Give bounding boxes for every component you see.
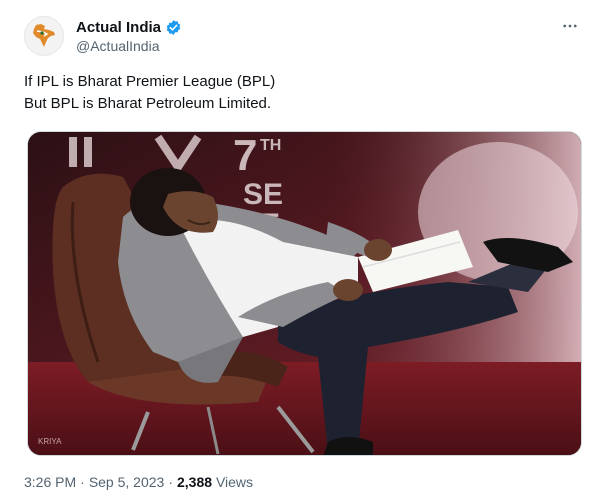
- verified-badge-icon: [165, 19, 182, 36]
- tweet-text: If IPL is Bharat Premier League (BPL) Bu…: [24, 71, 580, 115]
- tweet-header: Actual India @ActualIndia: [24, 14, 582, 58]
- account-handle[interactable]: @ActualIndia: [76, 37, 182, 55]
- meta-separator: ·: [80, 474, 85, 490]
- account-name[interactable]: Actual India: [76, 18, 161, 37]
- tweet-photo[interactable]: 7 TH SE E: [27, 131, 582, 456]
- author-block: Actual India @ActualIndia: [76, 18, 182, 55]
- banner-text: SE: [243, 178, 283, 211]
- india-map-logo-icon: [33, 24, 55, 47]
- meta-separator: ·: [168, 474, 173, 490]
- tweet-text-line: But BPL is Bharat Petroleum Limited.: [24, 95, 272, 112]
- views-count: 2,388: [177, 474, 213, 490]
- name-row: Actual India: [76, 18, 182, 37]
- views-label: Views: [215, 474, 254, 490]
- photo-illustration: 7 TH SE E: [28, 132, 581, 455]
- tweet-time[interactable]: 3:26 PM: [24, 474, 76, 490]
- tweet-card: Actual India @ActualIndia If IPL is Bhar…: [0, 0, 600, 500]
- banner-text: TH: [260, 137, 281, 154]
- avatar[interactable]: [24, 16, 64, 56]
- photo-watermark: KRIYA: [38, 437, 62, 446]
- tweet-date[interactable]: Sep 5, 2023: [89, 474, 165, 490]
- banner-text: 7: [233, 132, 257, 180]
- tweet-meta: 3:26 PM · Sep 5, 2023 · 2,388 Views: [24, 473, 253, 491]
- tweet-text-line: If IPL is Bharat Premier League (BPL): [24, 73, 276, 90]
- more-options-icon[interactable]: [558, 14, 582, 38]
